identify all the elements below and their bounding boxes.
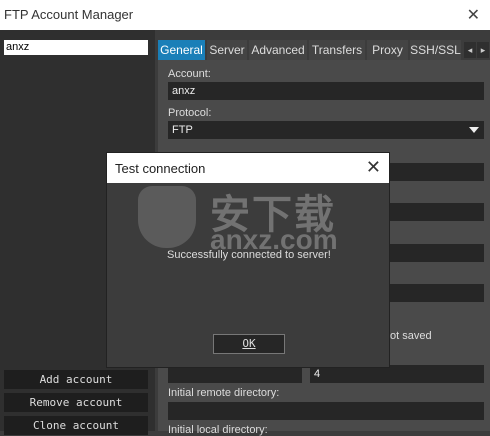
tab-scroll-left-icon[interactable]: ◂ — [464, 42, 476, 58]
clone-account-button[interactable]: Clone account — [4, 416, 148, 435]
tab-advanced[interactable]: Advanced — [249, 40, 307, 60]
protocol-label: Protocol: — [168, 107, 212, 119]
remove-account-button[interactable]: Remove account — [4, 393, 148, 412]
dialog-close-icon[interactable]: ✕ — [366, 157, 381, 178]
dialog-titlebar: Test connection ✕ — [107, 153, 389, 183]
account-list-item[interactable]: anxz — [4, 40, 148, 55]
initial-local-label: Initial local directory: — [168, 424, 268, 436]
tab-ssh-ssl[interactable]: SSH/SSL — [410, 40, 461, 60]
window-titlebar: FTP Account Manager ✕ — [0, 0, 490, 30]
chevron-down-icon — [469, 127, 479, 133]
window-title: FTP Account Manager — [4, 7, 134, 22]
close-icon[interactable]: ✕ — [467, 5, 480, 25]
initial-remote-field[interactable] — [168, 402, 484, 420]
add-account-button[interactable]: Add account — [4, 370, 148, 389]
tab-server[interactable]: Server — [207, 40, 247, 60]
dialog-title: Test connection — [115, 161, 206, 176]
settings-tabs: General Server Advanced Transfers Proxy … — [155, 40, 490, 60]
tab-general[interactable]: General — [158, 40, 205, 60]
account-name-field[interactable]: anxz — [168, 82, 484, 100]
tab-proxy[interactable]: Proxy — [367, 40, 408, 60]
protocol-select[interactable]: FTP — [168, 121, 484, 139]
tab-scroll-right-icon[interactable]: ▸ — [477, 42, 489, 58]
tab-transfers[interactable]: Transfers — [309, 40, 365, 60]
protocol-value: FTP — [172, 124, 193, 136]
account-label: Account: — [168, 68, 211, 80]
initial-remote-label: Initial remote directory: — [168, 387, 280, 399]
not-saved-note: ot saved — [390, 330, 432, 342]
watermark-subtext: anxz.com — [210, 224, 338, 255]
ok-button[interactable]: OK — [213, 334, 285, 354]
watermark-shield-icon — [138, 186, 196, 248]
